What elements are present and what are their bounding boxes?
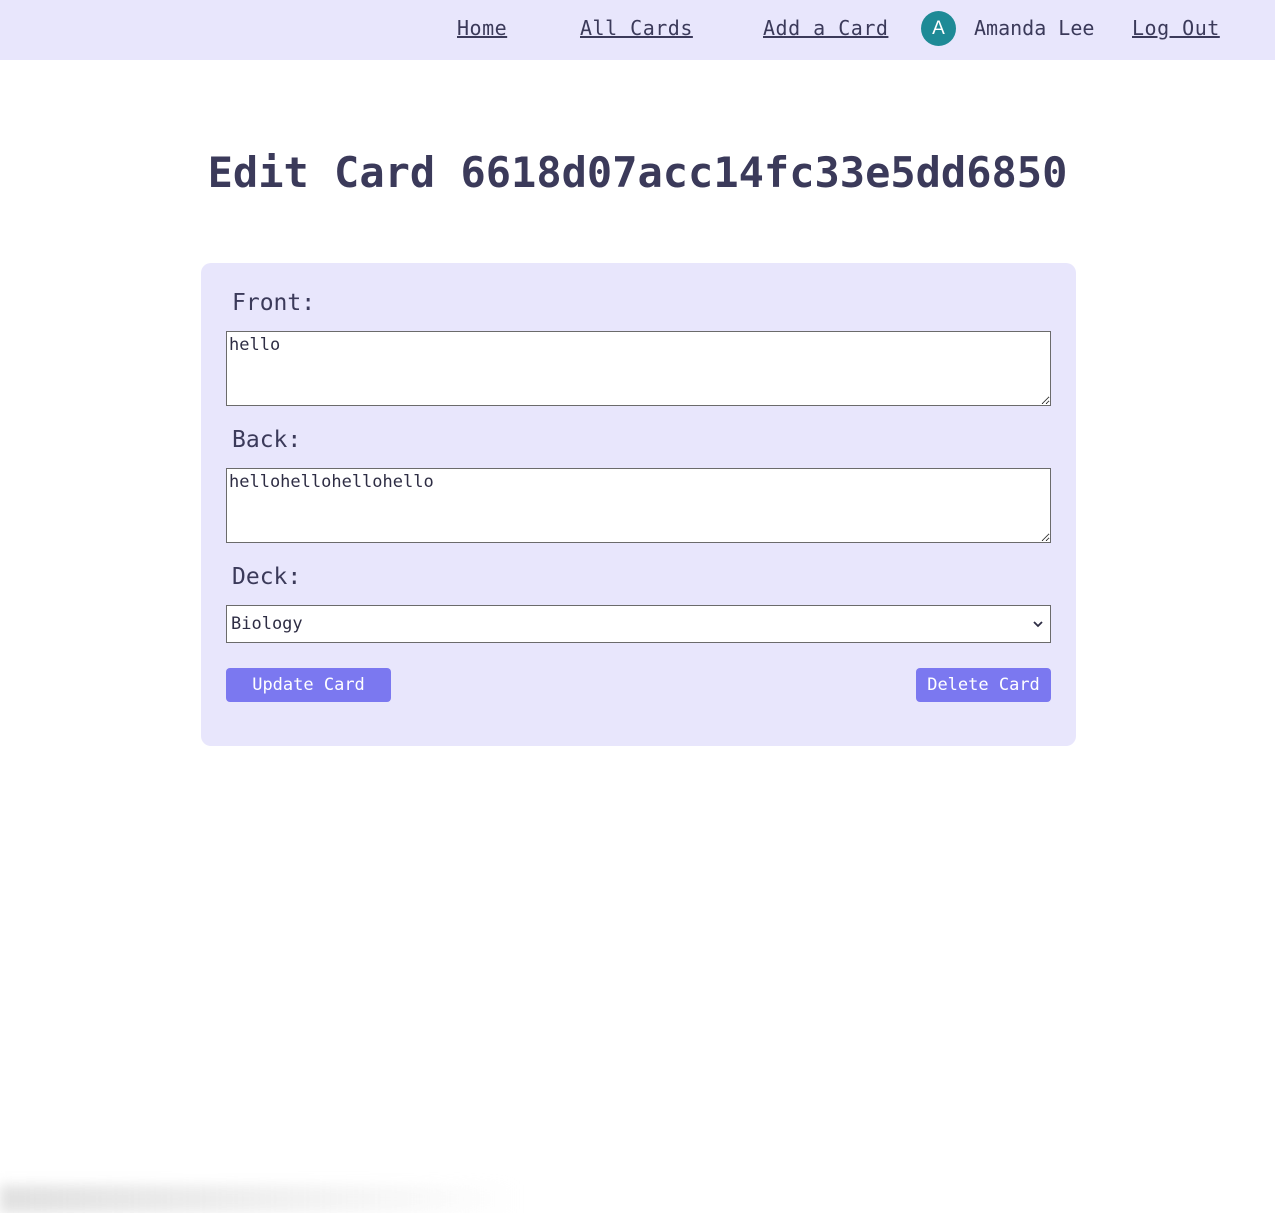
nav-home-link[interactable]: Home [457,16,507,40]
nav-add-card-link[interactable]: Add a Card [763,16,888,40]
resize-grip-icon[interactable] [1041,396,1049,404]
front-label: Front: [232,290,316,316]
deck-selected-value: Biology [231,614,303,634]
log-out-link[interactable]: Log Out [1132,16,1220,40]
deck-label: Deck: [232,564,302,590]
edit-card-form: Front: hello Back: hellohellohellohello … [201,263,1076,746]
back-label: Back: [232,427,302,453]
delete-card-button[interactable]: Delete Card [916,668,1051,702]
avatar[interactable]: A [921,11,956,46]
bottom-shadow [0,1185,520,1213]
page-title: Edit Card 6618d07acc14fc33e5dd6850 [207,148,1068,197]
user-name: Amanda Lee [974,16,1095,40]
front-textarea[interactable]: hello [226,331,1051,406]
front-textarea-value: hello [229,335,281,355]
chevron-down-icon [1033,621,1043,628]
top-navbar: Home All Cards Add a Card A Amanda Lee L… [0,0,1275,60]
back-textarea[interactable]: hellohellohellohello [226,468,1051,543]
nav-all-cards-link[interactable]: All Cards [580,16,693,40]
deck-select[interactable]: Biology [226,605,1051,643]
update-card-button[interactable]: Update Card [226,668,391,702]
resize-grip-icon[interactable] [1041,533,1049,541]
back-textarea-value: hellohellohellohello [229,472,434,492]
